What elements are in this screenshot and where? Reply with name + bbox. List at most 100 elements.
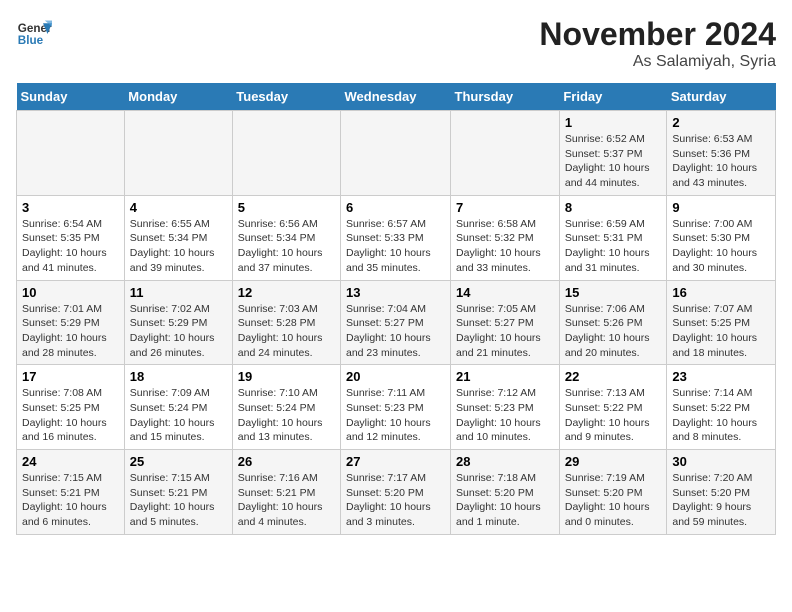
calendar-cell: 25Sunrise: 7:15 AM Sunset: 5:21 PM Dayli… bbox=[124, 450, 232, 535]
day-number: 19 bbox=[238, 369, 335, 384]
weekday-header-monday: Monday bbox=[124, 83, 232, 111]
calendar-cell bbox=[17, 111, 125, 196]
day-info: Sunrise: 6:59 AM Sunset: 5:31 PM Dayligh… bbox=[565, 217, 662, 276]
calendar-cell: 19 Sunrise: 7:10 AM Sunset: 5:24 PM Dayli… bbox=[232, 365, 340, 450]
calendar-cell: 18 Sunrise: 7:09 AM Sunset: 5:24 PM Dayli… bbox=[124, 365, 232, 450]
day-info: Sunrise: 7:08 AM Sunset: 5:25 PM Dayligh… bbox=[22, 386, 119, 445]
day-number: 14 bbox=[456, 285, 554, 300]
calendar-cell: 23 Sunrise: 7:14 AM Sunset: 5:22 PM Dayli… bbox=[667, 365, 776, 450]
day-number: 20 bbox=[346, 369, 445, 384]
calendar-cell: 20 Sunrise: 7:11 AM Sunset: 5:23 PM Dayli… bbox=[341, 365, 451, 450]
weekday-header-friday: Friday bbox=[559, 83, 667, 111]
day-number: 13 bbox=[346, 285, 445, 300]
calendar-cell: 21Sunrise: 7:12 AM Sunset: 5:23 PM Dayli… bbox=[451, 365, 560, 450]
calendar-cell: 26 Sunrise: 7:16 AM Sunset: 5:21 PM Dayli… bbox=[232, 450, 340, 535]
calendar-cell: 14 Sunrise: 7:05 AM Sunset: 5:27 PM Dayli… bbox=[451, 280, 560, 365]
day-info: Sunrise: 6:54 AM Sunset: 5:35 PM Dayligh… bbox=[22, 217, 119, 276]
day-number: 21 bbox=[456, 369, 554, 384]
day-info: Sunrise: 6:57 AM Sunset: 5:33 PM Dayligh… bbox=[346, 217, 445, 276]
weekday-header-sunday: Sunday bbox=[17, 83, 125, 111]
calendar-cell bbox=[232, 111, 340, 196]
weekday-header-row: SundayMondayTuesdayWednesdayThursdayFrid… bbox=[17, 83, 776, 111]
calendar-cell: 12 Sunrise: 7:03 AM Sunset: 5:28 PM Dayli… bbox=[232, 280, 340, 365]
day-info: Sunrise: 6:58 AM Sunset: 5:32 PM Dayligh… bbox=[456, 217, 554, 276]
day-number: 12 bbox=[238, 285, 335, 300]
day-number: 5 bbox=[238, 200, 335, 215]
calendar-cell: 15Sunrise: 7:06 AM Sunset: 5:26 PM Dayli… bbox=[559, 280, 667, 365]
day-info: Sunrise: 7:09 AM Sunset: 5:24 PM Dayligh… bbox=[130, 386, 227, 445]
logo: General Blue bbox=[16, 16, 52, 52]
calendar-cell: 24 Sunrise: 7:15 AM Sunset: 5:21 PM Dayli… bbox=[17, 450, 125, 535]
weekday-header-saturday: Saturday bbox=[667, 83, 776, 111]
day-info: Sunrise: 7:07 AM Sunset: 5:25 PM Dayligh… bbox=[672, 302, 770, 361]
day-number: 9 bbox=[672, 200, 770, 215]
location: As Salamiyah, Syria bbox=[539, 53, 776, 71]
day-info: Sunrise: 7:10 AM Sunset: 5:24 PM Dayligh… bbox=[238, 386, 335, 445]
day-number: 7 bbox=[456, 200, 554, 215]
day-info: Sunrise: 7:01 AM Sunset: 5:29 PM Dayligh… bbox=[22, 302, 119, 361]
day-info: Sunrise: 6:55 AM Sunset: 5:34 PM Dayligh… bbox=[130, 217, 227, 276]
day-number: 3 bbox=[22, 200, 119, 215]
calendar-cell bbox=[124, 111, 232, 196]
calendar-cell: 5 Sunrise: 6:56 AM Sunset: 5:34 PM Daylig… bbox=[232, 195, 340, 280]
calendar-cell: 10Sunrise: 7:01 AM Sunset: 5:29 PM Dayli… bbox=[17, 280, 125, 365]
day-info: Sunrise: 7:19 AM Sunset: 5:20 PM Dayligh… bbox=[565, 471, 662, 530]
calendar-table: SundayMondayTuesdayWednesdayThursdayFrid… bbox=[16, 83, 776, 535]
day-info: Sunrise: 7:06 AM Sunset: 5:26 PM Dayligh… bbox=[565, 302, 662, 361]
calendar-week-row: 17 Sunrise: 7:08 AM Sunset: 5:25 PM Dayli… bbox=[17, 365, 776, 450]
day-info: Sunrise: 7:02 AM Sunset: 5:29 PM Dayligh… bbox=[130, 302, 227, 361]
calendar-cell: 16 Sunrise: 7:07 AM Sunset: 5:25 PM Dayli… bbox=[667, 280, 776, 365]
day-number: 6 bbox=[346, 200, 445, 215]
month-title: November 2024 bbox=[539, 16, 776, 53]
weekday-header-tuesday: Tuesday bbox=[232, 83, 340, 111]
calendar-cell: 2 Sunrise: 6:53 AM Sunset: 5:36 PM Daylig… bbox=[667, 111, 776, 196]
day-number: 8 bbox=[565, 200, 662, 215]
calendar-cell: 30 Sunrise: 7:20 AM Sunset: 5:20 PM Dayli… bbox=[667, 450, 776, 535]
day-info: Sunrise: 7:05 AM Sunset: 5:27 PM Dayligh… bbox=[456, 302, 554, 361]
day-number: 26 bbox=[238, 454, 335, 469]
day-number: 17 bbox=[22, 369, 119, 384]
day-info: Sunrise: 7:14 AM Sunset: 5:22 PM Dayligh… bbox=[672, 386, 770, 445]
day-info: Sunrise: 7:03 AM Sunset: 5:28 PM Dayligh… bbox=[238, 302, 335, 361]
calendar-cell: 6 Sunrise: 6:57 AM Sunset: 5:33 PM Daylig… bbox=[341, 195, 451, 280]
day-info: Sunrise: 7:16 AM Sunset: 5:21 PM Dayligh… bbox=[238, 471, 335, 530]
calendar-week-row: 24 Sunrise: 7:15 AM Sunset: 5:21 PM Dayli… bbox=[17, 450, 776, 535]
calendar-week-row: 1Sunrise: 6:52 AM Sunset: 5:37 PM Daylig… bbox=[17, 111, 776, 196]
day-info: Sunrise: 7:11 AM Sunset: 5:23 PM Dayligh… bbox=[346, 386, 445, 445]
calendar-cell: 7 Sunrise: 6:58 AM Sunset: 5:32 PM Daylig… bbox=[451, 195, 560, 280]
day-number: 23 bbox=[672, 369, 770, 384]
day-info: Sunrise: 7:13 AM Sunset: 5:22 PM Dayligh… bbox=[565, 386, 662, 445]
day-number: 16 bbox=[672, 285, 770, 300]
day-number: 11 bbox=[130, 285, 227, 300]
calendar-cell: 17 Sunrise: 7:08 AM Sunset: 5:25 PM Dayli… bbox=[17, 365, 125, 450]
title-block: November 2024 As Salamiyah, Syria bbox=[539, 16, 776, 71]
logo-icon: General Blue bbox=[16, 16, 52, 52]
weekday-header-thursday: Thursday bbox=[451, 83, 560, 111]
day-number: 30 bbox=[672, 454, 770, 469]
calendar-week-row: 3 Sunrise: 6:54 AM Sunset: 5:35 PM Daylig… bbox=[17, 195, 776, 280]
calendar-cell: 9Sunrise: 7:00 AM Sunset: 5:30 PM Daylig… bbox=[667, 195, 776, 280]
calendar-cell bbox=[451, 111, 560, 196]
day-info: Sunrise: 7:18 AM Sunset: 5:20 PM Dayligh… bbox=[456, 471, 554, 530]
day-info: Sunrise: 7:04 AM Sunset: 5:27 PM Dayligh… bbox=[346, 302, 445, 361]
day-info: Sunrise: 7:20 AM Sunset: 5:20 PM Dayligh… bbox=[672, 471, 770, 530]
day-info: Sunrise: 6:53 AM Sunset: 5:36 PM Dayligh… bbox=[672, 132, 770, 191]
day-number: 24 bbox=[22, 454, 119, 469]
day-number: 18 bbox=[130, 369, 227, 384]
calendar-week-row: 10Sunrise: 7:01 AM Sunset: 5:29 PM Dayli… bbox=[17, 280, 776, 365]
day-number: 22 bbox=[565, 369, 662, 384]
day-number: 2 bbox=[672, 115, 770, 130]
calendar-cell: 8 Sunrise: 6:59 AM Sunset: 5:31 PM Daylig… bbox=[559, 195, 667, 280]
calendar-cell bbox=[341, 111, 451, 196]
day-info: Sunrise: 7:17 AM Sunset: 5:20 PM Dayligh… bbox=[346, 471, 445, 530]
calendar-cell: 22 Sunrise: 7:13 AM Sunset: 5:22 PM Dayli… bbox=[559, 365, 667, 450]
day-number: 4 bbox=[130, 200, 227, 215]
day-number: 1 bbox=[565, 115, 662, 130]
day-number: 29 bbox=[565, 454, 662, 469]
day-info: Sunrise: 7:15 AM Sunset: 5:21 PM Dayligh… bbox=[22, 471, 119, 530]
day-number: 27 bbox=[346, 454, 445, 469]
calendar-cell: 29 Sunrise: 7:19 AM Sunset: 5:20 PM Dayli… bbox=[559, 450, 667, 535]
day-info: Sunrise: 6:56 AM Sunset: 5:34 PM Dayligh… bbox=[238, 217, 335, 276]
page-header: General Blue November 2024 As Salamiyah,… bbox=[16, 16, 776, 71]
day-number: 28 bbox=[456, 454, 554, 469]
